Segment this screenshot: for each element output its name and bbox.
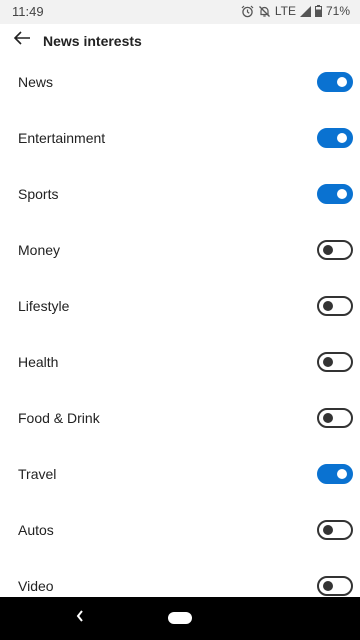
interest-toggle[interactable] [317, 352, 353, 372]
interest-row: Health [0, 334, 360, 390]
toggle-knob [323, 413, 333, 423]
interest-toggle[interactable] [317, 464, 353, 484]
interest-toggle[interactable] [317, 72, 353, 92]
interest-list: News Entertainment Sports Money Lifestyle Hea… [0, 54, 360, 614]
toggle-knob [337, 77, 347, 87]
toggle-knob [323, 245, 333, 255]
alarm-icon [241, 5, 254, 18]
toggle-knob [337, 469, 347, 479]
toggle-knob [323, 581, 333, 591]
interest-row: Lifestyle [0, 278, 360, 334]
network-type: LTE [274, 4, 296, 18]
interest-label: Autos [18, 522, 54, 538]
interest-row: Money [0, 222, 360, 278]
battery-level: 71% [325, 4, 350, 18]
interest-toggle[interactable] [317, 520, 353, 540]
interest-toggle[interactable] [317, 240, 353, 260]
interest-toggle[interactable] [317, 576, 353, 596]
interest-row: Travel [0, 446, 360, 502]
back-button[interactable] [8, 26, 36, 54]
toggle-knob [337, 189, 347, 199]
interest-row: News [0, 54, 360, 110]
status-time: 11:49 [12, 4, 44, 19]
interest-label: Food & Drink [18, 410, 100, 426]
status-icons: LTE 71% [241, 4, 350, 18]
interest-toggle[interactable] [317, 296, 353, 316]
interest-row: Food & Drink [0, 390, 360, 446]
screen: 11:49 LTE 71% News interests News Entert… [0, 0, 360, 640]
interest-row: Sports [0, 166, 360, 222]
app-bar: News interests [0, 24, 360, 58]
toggle-knob [323, 525, 333, 535]
interest-row: Autos [0, 502, 360, 558]
page-title: News interests [43, 33, 142, 49]
interest-label: Health [18, 354, 59, 370]
interest-label: Lifestyle [18, 298, 70, 314]
bell-off-icon [258, 5, 271, 18]
interest-row: Entertainment [0, 110, 360, 166]
toggle-knob [337, 133, 347, 143]
toggle-knob [323, 301, 333, 311]
interest-toggle[interactable] [317, 408, 353, 428]
battery-icon [314, 5, 322, 17]
arrow-left-icon [13, 30, 31, 51]
status-bar: 11:49 LTE 71% [0, 0, 360, 24]
system-nav-bar [0, 597, 360, 640]
interest-label: Video [18, 578, 54, 594]
toggle-knob [323, 357, 333, 367]
nav-back-button[interactable] [70, 608, 90, 628]
interest-label: Entertainment [18, 130, 106, 146]
interest-toggle[interactable] [317, 128, 353, 148]
interest-toggle[interactable] [317, 184, 353, 204]
home-pill-icon[interactable] [168, 612, 192, 624]
chevron-left-icon [75, 609, 85, 628]
interest-label: Sports [18, 186, 59, 202]
interest-label: Money [18, 242, 61, 258]
interest-label: Travel [18, 466, 57, 482]
interest-label: News [18, 74, 54, 90]
signal-icon [299, 5, 311, 17]
